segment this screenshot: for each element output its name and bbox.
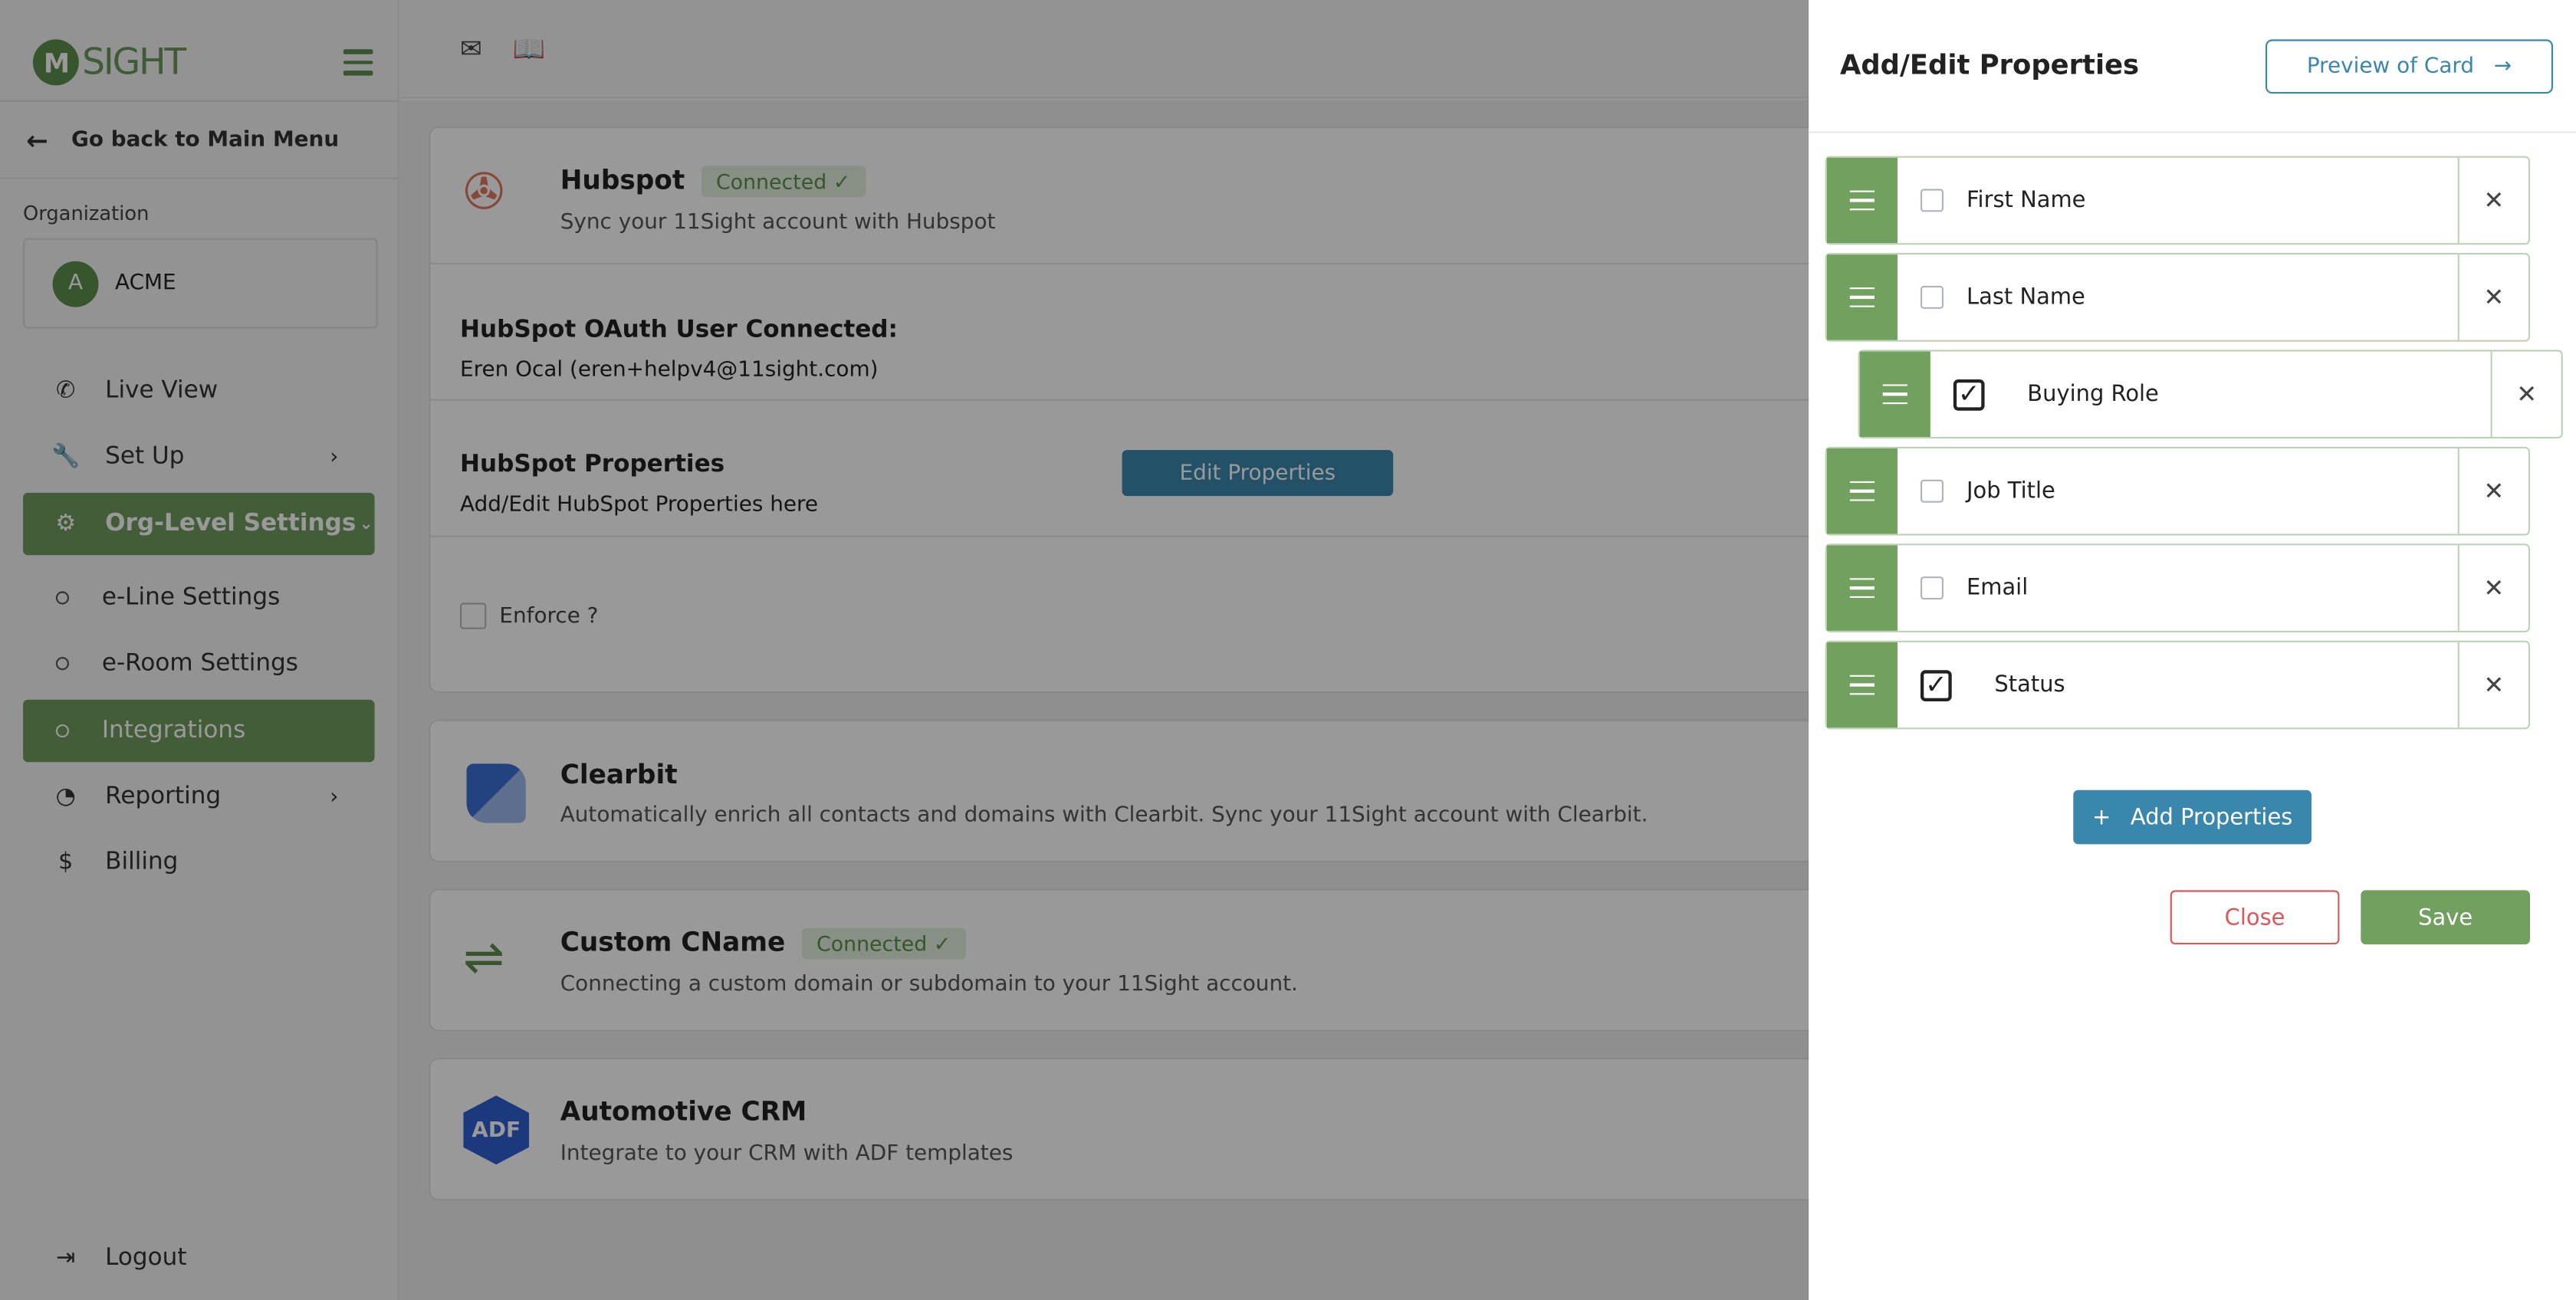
property-body: ✓ Status <box>1898 642 2459 728</box>
property-checkbox[interactable] <box>1921 576 1944 600</box>
remove-icon[interactable]: ✕ <box>2492 352 2561 437</box>
property-checkbox[interactable] <box>1921 189 1944 212</box>
property-row[interactable]: ✓ Status ✕ <box>1825 640 2530 730</box>
property-label: Status <box>1994 671 2065 698</box>
remove-icon[interactable]: ✕ <box>2459 448 2528 533</box>
property-body: Last Name <box>1898 254 2459 340</box>
property-checkbox[interactable] <box>1921 479 1944 503</box>
property-checkbox[interactable]: ✓ <box>1953 378 1985 410</box>
property-row[interactable]: First Name ✕ <box>1825 156 2530 245</box>
drag-handle-icon[interactable] <box>1826 545 1898 631</box>
modal-backdrop[interactable] <box>0 0 1809 1300</box>
drag-handle-icon[interactable] <box>1826 254 1898 340</box>
preview-card-button[interactable]: Preview of Card → <box>2266 39 2553 94</box>
add-edit-properties-panel: Add/Edit Properties Preview of Card → Fir… <box>1809 0 2576 1300</box>
property-row[interactable]: ✓ Buying Role ✕ <box>1858 350 2563 439</box>
property-row[interactable]: Job Title ✕ <box>1825 446 2530 536</box>
property-label: Email <box>1967 575 2029 602</box>
drag-handle-icon[interactable] <box>1826 448 1898 534</box>
property-label: Buying Role <box>2027 381 2159 408</box>
property-row[interactable]: Last Name ✕ <box>1825 253 2530 342</box>
drag-handle-icon[interactable] <box>1826 157 1898 244</box>
property-label: Job Title <box>1967 478 2055 504</box>
panel-title: Add/Edit Properties <box>1840 49 2140 80</box>
property-body: Email <box>1898 545 2459 631</box>
property-body: Job Title <box>1898 448 2459 534</box>
remove-icon[interactable]: ✕ <box>2459 642 2528 727</box>
save-button[interactable]: Save <box>2361 890 2530 945</box>
remove-icon[interactable]: ✕ <box>2459 158 2528 243</box>
remove-icon[interactable]: ✕ <box>2459 254 2528 340</box>
property-label: Last Name <box>1967 284 2085 310</box>
close-button[interactable]: Close <box>2170 890 2340 945</box>
property-checkbox[interactable]: ✓ <box>1921 669 1952 701</box>
property-label: First Name <box>1967 187 2086 214</box>
app: M SIGHT ← Go back to Main Menu Organizatio… <box>0 0 2576 1300</box>
arrow-right-icon: → <box>2493 54 2512 79</box>
property-row[interactable]: Email ✕ <box>1825 543 2530 632</box>
property-body: ✓ Buying Role <box>1930 351 2492 437</box>
property-checkbox[interactable] <box>1921 285 1944 309</box>
plus-icon: + <box>2091 803 2111 831</box>
property-body: First Name <box>1898 157 2459 244</box>
add-properties-button[interactable]: + Add Properties <box>2073 790 2312 845</box>
drag-handle-icon[interactable] <box>1826 642 1898 728</box>
drag-handle-icon[interactable] <box>1859 351 1930 437</box>
remove-icon[interactable]: ✕ <box>2459 545 2528 630</box>
